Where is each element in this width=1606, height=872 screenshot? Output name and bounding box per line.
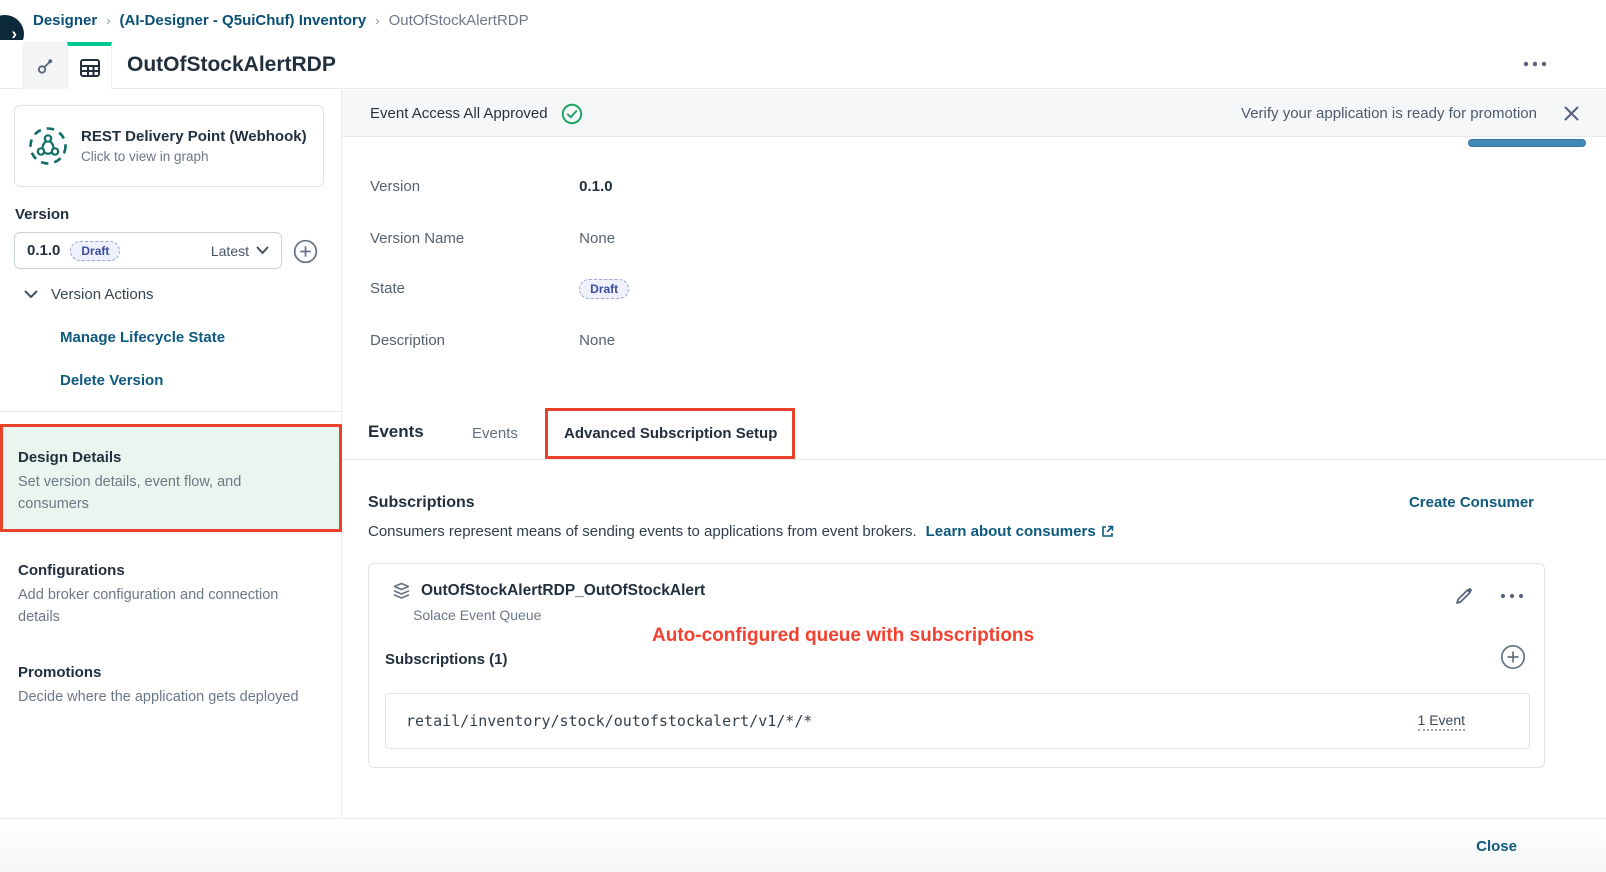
tab-table-view[interactable] bbox=[67, 42, 112, 89]
detail-label: Version bbox=[370, 178, 575, 195]
detail-value: None bbox=[579, 332, 615, 349]
detail-value: None bbox=[579, 230, 615, 247]
event-count-link[interactable]: 1 Event bbox=[1418, 712, 1465, 731]
object-card[interactable]: REST Delivery Point (Webhook) Click to v… bbox=[14, 105, 324, 187]
graph-view-icon bbox=[35, 56, 55, 76]
breadcrumb-separator: › bbox=[375, 13, 379, 28]
event-access-status-label: Event Access All Approved bbox=[370, 105, 548, 122]
close-banner-icon[interactable] bbox=[1563, 105, 1580, 122]
version-selector[interactable]: 0.1.0 Draft Latest bbox=[14, 232, 282, 269]
detail-label: Description bbox=[370, 332, 575, 349]
sidebar-divider bbox=[0, 411, 342, 412]
promotion-banner-message: Verify your application is ready for pro… bbox=[1241, 105, 1537, 122]
tab-events[interactable]: Events bbox=[472, 425, 518, 442]
consumer-card: OutOfStockAlertRDP_OutOfStockAlert Solac… bbox=[368, 563, 1545, 768]
add-version-button[interactable] bbox=[293, 239, 318, 264]
detail-label: Version Name bbox=[370, 230, 575, 247]
breadcrumb-inventory[interactable]: (AI-Designer - Q5uiChuf) Inventory bbox=[120, 12, 367, 29]
subscription-topic-row: retail/inventory/stock/outofstockalert/v… bbox=[385, 693, 1530, 749]
subscriptions-heading: Subscriptions bbox=[368, 494, 475, 512]
nav-item-title: Design Details bbox=[18, 449, 324, 466]
more-options-icon[interactable] bbox=[1500, 592, 1524, 600]
nav-item-description: Set version details, event flow, and con… bbox=[18, 472, 308, 516]
close-button[interactable]: Close bbox=[1476, 819, 1517, 872]
plus-circle-icon bbox=[1500, 644, 1526, 670]
main-content: Event Access All Approved Verify your ap… bbox=[342, 90, 1606, 818]
object-type-label: REST Delivery Point (Webhook) bbox=[81, 128, 307, 145]
manage-lifecycle-state-link[interactable]: Manage Lifecycle State bbox=[60, 329, 225, 346]
more-options-icon[interactable] bbox=[1522, 56, 1548, 72]
detail-row-state: State Draft bbox=[370, 280, 629, 297]
version-actions-label: Version Actions bbox=[51, 286, 154, 303]
events-section-heading: Events bbox=[368, 422, 424, 442]
learn-link-text: Learn about consumers bbox=[926, 523, 1096, 540]
detail-row-version: Version 0.1.0 bbox=[370, 178, 613, 195]
learn-about-consumers-link[interactable]: Learn about consumers bbox=[926, 523, 1114, 540]
plus-circle-icon bbox=[293, 239, 318, 264]
app-window: › Designer › (AI-Designer - Q5uiChuf) In… bbox=[0, 0, 1606, 872]
subscriptions-count-label: Subscriptions (1) bbox=[385, 651, 508, 668]
sidebar: REST Delivery Point (Webhook) Click to v… bbox=[0, 90, 342, 818]
event-access-status: Event Access All Approved bbox=[370, 90, 583, 137]
nav-item-title: Configurations bbox=[18, 562, 324, 579]
subscriptions-description-text: Consumers represent means of sending eve… bbox=[368, 523, 917, 540]
nav-item-description: Add broker configuration and connection … bbox=[18, 585, 308, 629]
sidebar-item-design-details[interactable]: Design Details Set version details, even… bbox=[0, 424, 342, 532]
check-circle-icon bbox=[561, 103, 583, 125]
version-actions-toggle[interactable]: Version Actions bbox=[24, 286, 154, 303]
draft-state-badge: Draft bbox=[70, 241, 120, 261]
sidebar-item-configurations[interactable]: Configurations Add broker configuration … bbox=[0, 548, 342, 643]
breadcrumb-current: OutOfStockAlertRDP bbox=[389, 12, 529, 29]
add-subscription-button[interactable] bbox=[1500, 644, 1526, 670]
nav-item-description: Decide where the application gets deploy… bbox=[18, 687, 324, 709]
latest-label: Latest bbox=[211, 243, 249, 259]
chevron-down-icon bbox=[24, 290, 38, 299]
detail-row-description: Description None bbox=[370, 332, 615, 349]
consumer-card-actions bbox=[1454, 586, 1524, 606]
promotion-banner: Verify your application is ready for pro… bbox=[1241, 90, 1580, 137]
detail-row-version-name: Version Name None bbox=[370, 230, 615, 247]
delete-version-link[interactable]: Delete Version bbox=[60, 372, 163, 389]
breadcrumb-bar: › Designer › (AI-Designer - Q5uiChuf) In… bbox=[0, 0, 1606, 40]
version-number: 0.1.0 bbox=[27, 242, 60, 259]
consumer-name: OutOfStockAlertRDP_OutOfStockAlert bbox=[421, 582, 705, 600]
title-bar: OutOfStockAlertRDP bbox=[0, 40, 1606, 89]
external-link-icon bbox=[1101, 525, 1114, 538]
tab-graph-view[interactable] bbox=[22, 42, 67, 89]
nav-item-title: Promotions bbox=[18, 664, 324, 681]
state-draft-badge: Draft bbox=[579, 279, 629, 299]
edit-pencil-icon[interactable] bbox=[1454, 586, 1474, 606]
latest-label-wrap: Latest bbox=[211, 243, 269, 259]
create-consumer-button[interactable]: Create Consumer bbox=[1409, 494, 1534, 511]
detail-value: 0.1.0 bbox=[579, 178, 612, 195]
chevron-down-icon bbox=[256, 246, 269, 255]
tab-advanced-subscription-setup[interactable]: Advanced Subscription Setup bbox=[564, 425, 777, 442]
object-card-text: REST Delivery Point (Webhook) Click to v… bbox=[81, 128, 307, 164]
consumer-type: Solace Event Queue bbox=[413, 607, 541, 623]
subscriptions-description: Consumers represent means of sending eve… bbox=[368, 523, 1114, 540]
page-title: OutOfStockAlertRDP bbox=[127, 40, 336, 89]
consumer-name-row: OutOfStockAlertRDP_OutOfStockAlert bbox=[393, 582, 705, 600]
status-banner: Event Access All Approved Verify your ap… bbox=[342, 90, 1606, 137]
table-view-icon bbox=[79, 58, 101, 78]
annotation-text: Auto-configured queue with subscriptions bbox=[652, 625, 1034, 647]
webhook-icon bbox=[27, 125, 69, 167]
sidebar-item-promotions[interactable]: Promotions Decide where the application … bbox=[0, 650, 342, 723]
view-in-graph-hint: Click to view in graph bbox=[81, 149, 307, 164]
queue-layers-icon bbox=[393, 582, 410, 600]
detail-label: State bbox=[370, 280, 575, 297]
partially-hidden-button[interactable] bbox=[1468, 139, 1586, 147]
subscription-topic: retail/inventory/stock/outofstockalert/v… bbox=[406, 712, 812, 730]
view-tabs bbox=[22, 42, 112, 89]
breadcrumb: Designer › (AI-Designer - Q5uiChuf) Inve… bbox=[33, 0, 529, 40]
breadcrumb-designer[interactable]: Designer bbox=[33, 12, 97, 29]
footer-bar: Close bbox=[0, 818, 1606, 872]
breadcrumb-separator: › bbox=[106, 13, 110, 28]
tabs-divider bbox=[342, 459, 1606, 460]
version-section-label: Version bbox=[15, 206, 69, 223]
